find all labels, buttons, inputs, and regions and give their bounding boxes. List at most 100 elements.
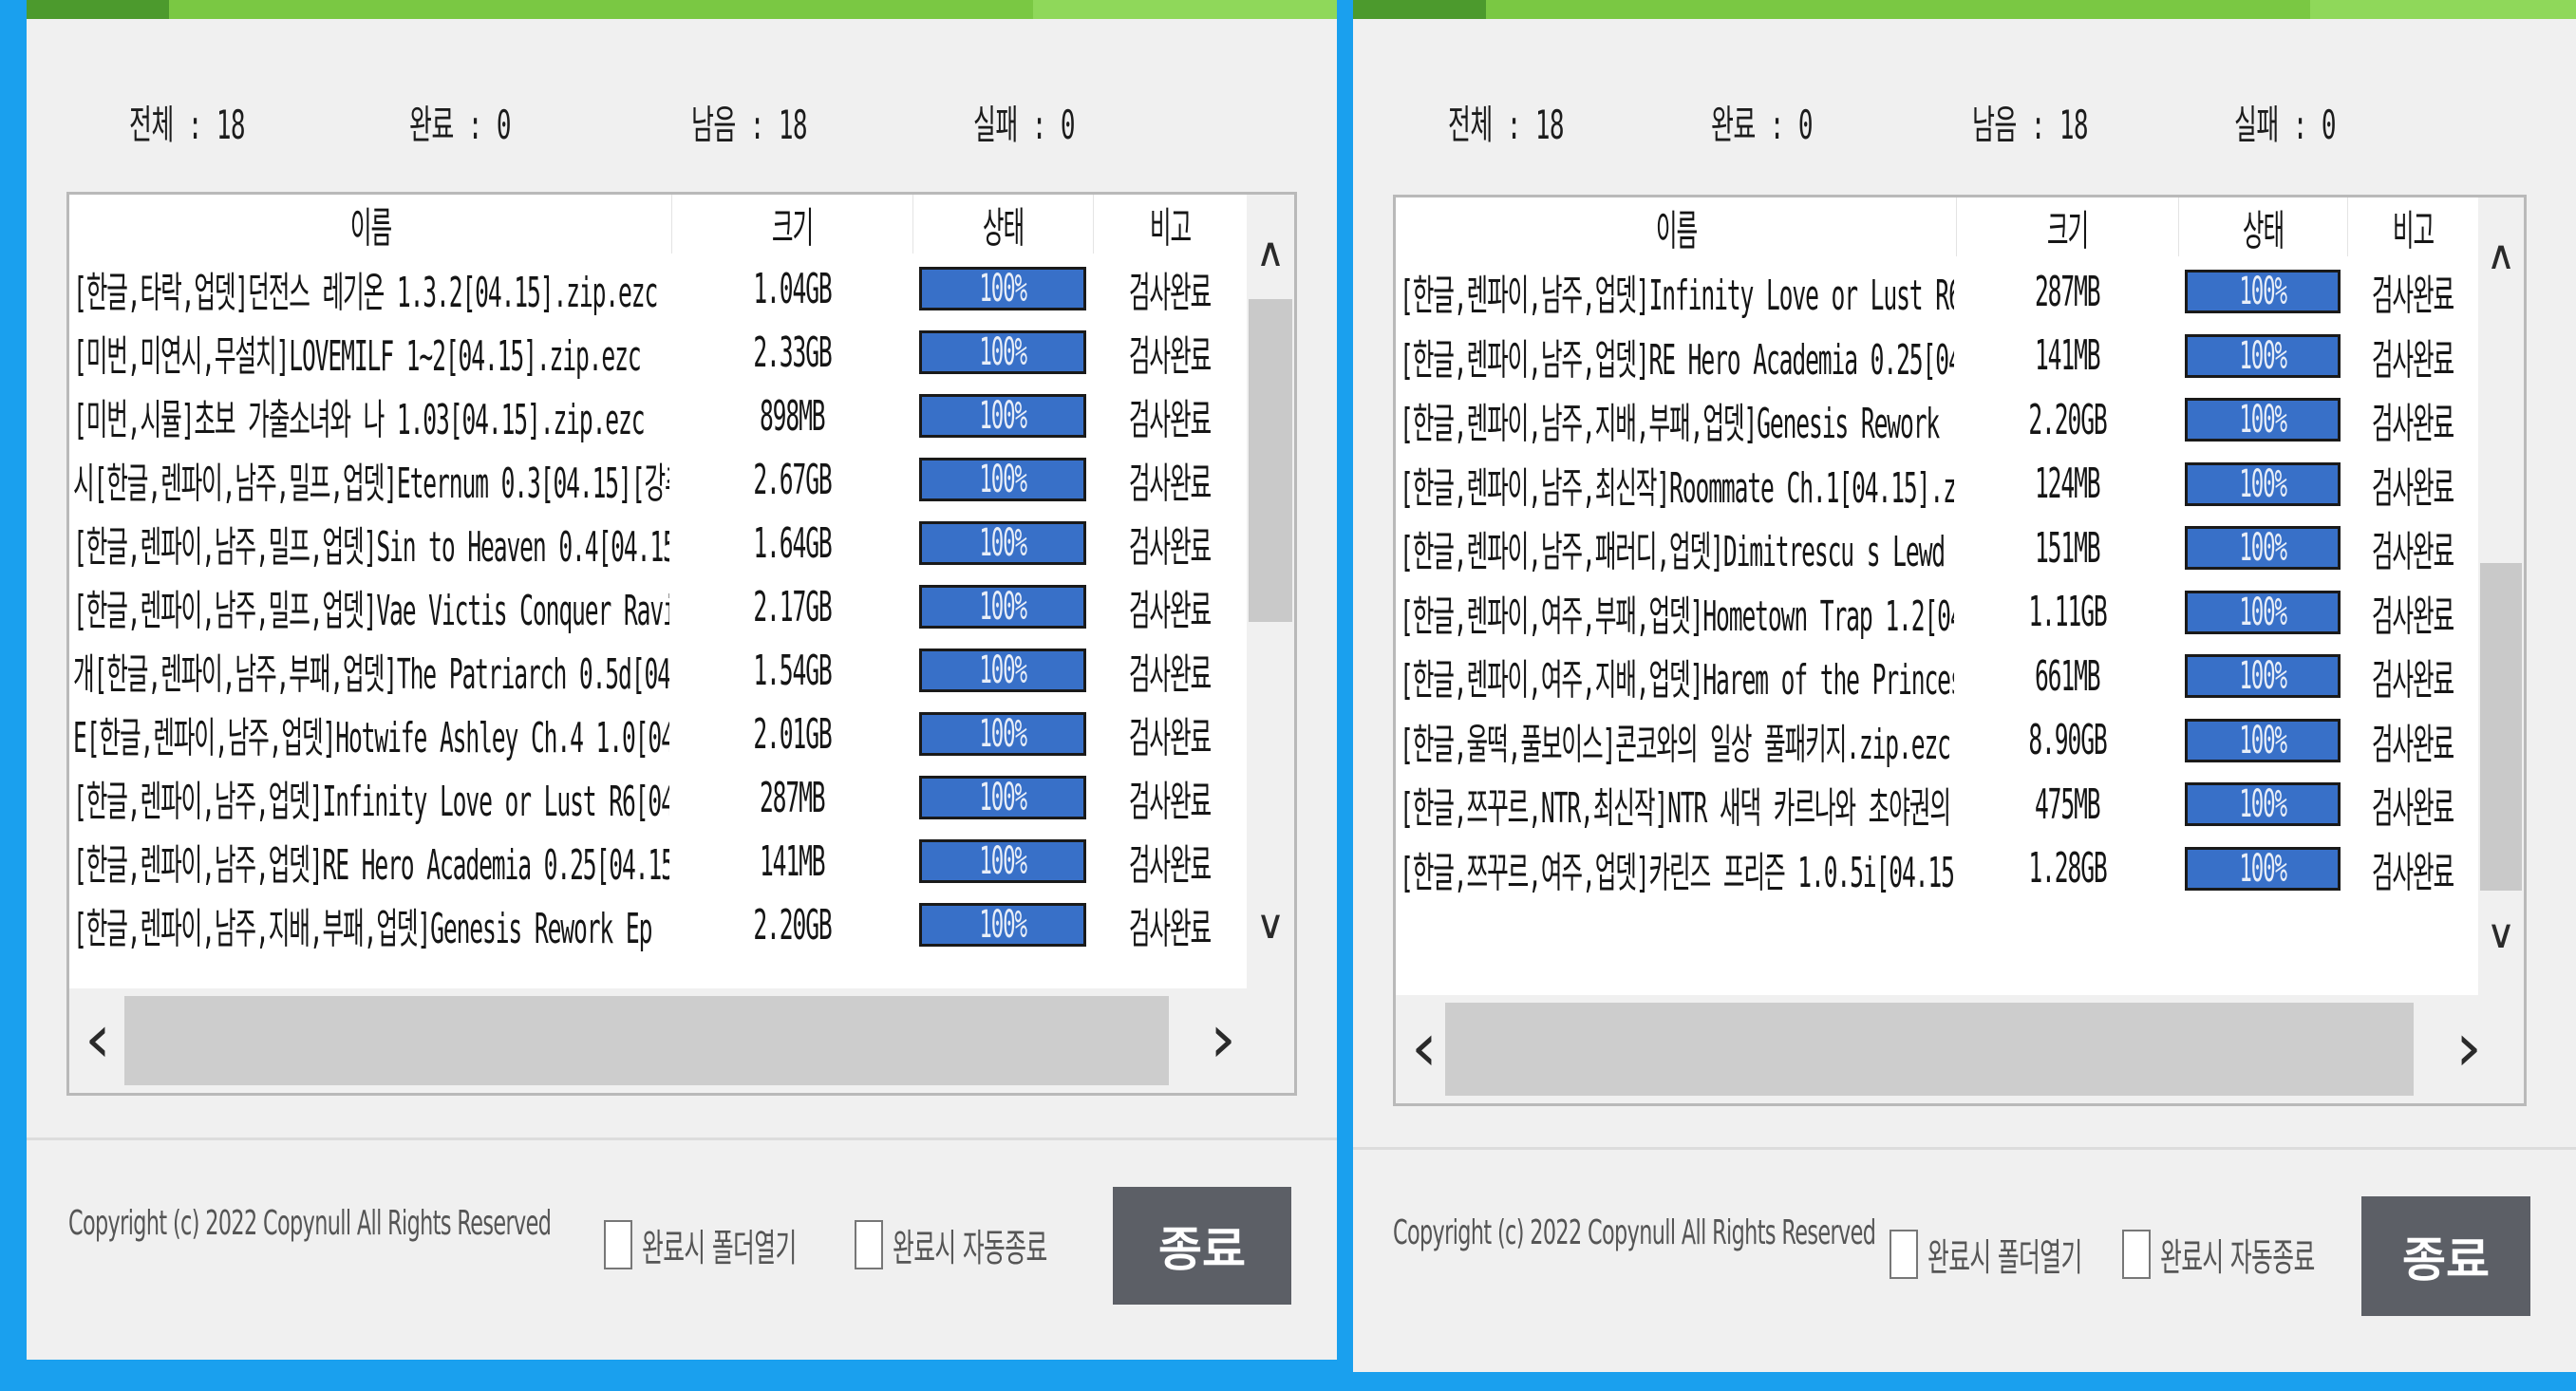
- table-row[interactable]: [한글,렌파이,남주,업뎃]Infinity Love or Lust R6[0…: [1396, 260, 2478, 323]
- installer-window-right: 전체 : 18 완료 : 0 남음 : 18 실패 : 0 이름 크기 상태 비…: [1353, 0, 2576, 1372]
- table-row[interactable]: [한글,쯔꾸르,NTR,최신작]NTR 새댁 카르나와 초야권의 475MB 100…: [1396, 773, 2478, 836]
- file-size-cell: 2.01GB: [752, 709, 832, 759]
- note-cell: 검사완료: [2371, 848, 2454, 897]
- column-header-status[interactable]: 상태: [2178, 197, 2348, 256]
- table-row[interactable]: [미번,시뮬]초보 가출소녀와 나 1.03[04.15].zip.ezc 898…: [69, 385, 1247, 447]
- status-progress-bar: 100%: [919, 394, 1086, 438]
- table-row[interactable]: [한글,렌파이,남주,업뎃]RE Hero Academia 0.25[04.1…: [69, 830, 1247, 893]
- file-size-cell: 2.67GB: [752, 455, 832, 504]
- file-size-cell: 1.04GB: [752, 264, 832, 313]
- table-row[interactable]: 시[한글,렌파이,남주,밀프,업뎃]Eternum 0.3[04.15][강추 2…: [69, 448, 1247, 511]
- auto-exit-checkbox[interactable]: 완료시 자동종료: [855, 1217, 1141, 1272]
- file-name-cell: [한글,렌파이,남주,지배,부패,업뎃]Genesis Rework Ep: [73, 905, 652, 953]
- table-row[interactable]: [한글,타락,업뎃]던전스 레기온 1.3.2[04.15].zip.ezc 1.…: [69, 257, 1247, 320]
- chevron-up-icon[interactable]: ∧: [1251, 233, 1289, 273]
- chevron-left-icon[interactable]: ‹: [1405, 1014, 1443, 1081]
- note-cell: 검사완료: [2371, 272, 2454, 320]
- close-button[interactable]: 종료: [2361, 1196, 2530, 1316]
- table-row[interactable]: [한글,렌파이,남주,패러디,업뎃]Dimitrescu s Lewd Ca 15…: [1396, 517, 2478, 579]
- status-cell: 100%: [2178, 773, 2347, 836]
- table-row[interactable]: [한글,렌파이,남주,업뎃]Infinity Love or Lust R6[0…: [69, 766, 1247, 829]
- file-list-table[interactable]: 이름 크기 상태 비고 [한글,렌파이,남주,업뎃]Infinity Love …: [1393, 195, 2527, 1106]
- checkbox-icon[interactable]: [604, 1220, 632, 1269]
- note-cell: 검사완료: [1128, 460, 1212, 508]
- status-cell: 100%: [912, 639, 1093, 702]
- table-row[interactable]: [한글,렌파이,남주,업뎃]RE Hero Academia 0.25[04.1…: [1396, 325, 2478, 387]
- table-row[interactable]: [한글,렌파이,여주,지배,업뎃]Harem of the Princess 0…: [1396, 645, 2478, 707]
- file-size-cell: 1.28GB: [2027, 844, 2107, 893]
- horizontal-scroll-thumb[interactable]: [124, 996, 1169, 1085]
- column-header-note[interactable]: 비고: [1093, 195, 1248, 254]
- status-cell: 100%: [2178, 581, 2347, 644]
- file-name-cell: [한글,렌파이,여주,부패,업뎃]Hometown Trap 1.2[04.1: [1400, 592, 1954, 641]
- status-cell: 100%: [2178, 709, 2347, 772]
- note-cell: 검사완료: [1128, 778, 1212, 826]
- file-name-cell: 개[한글,렌파이,남주,부패,업뎃]The Patriarch 0.5d[04.…: [73, 650, 669, 699]
- footer-divider: [1353, 1147, 2576, 1150]
- table-row[interactable]: [한글,쯔꾸르,여주,업뎃]카린즈 프리즌 1.0.5i[04.15].zip 1…: [1396, 837, 2478, 900]
- status-cell: 100%: [912, 321, 1093, 384]
- vertical-scroll-thumb[interactable]: [2480, 563, 2522, 891]
- checkbox-icon[interactable]: [2122, 1230, 2151, 1279]
- chevron-right-icon[interactable]: ›: [1204, 1006, 1242, 1072]
- file-size-cell: 141MB: [2034, 331, 2101, 380]
- file-name-cell: [한글,울떡,풀보이스]콘코와의 일상 풀패키지.zip.ezc: [1400, 720, 1951, 769]
- vertical-scrollbar[interactable]: ∧ ∨: [2478, 197, 2524, 995]
- note-cell: 검사완료: [1128, 396, 1212, 444]
- checkbox-icon[interactable]: [855, 1220, 883, 1269]
- file-name-cell: [한글,렌파이,남주,지배,부패,업뎃]Genesis Rework Ep: [1400, 400, 1954, 448]
- note-cell: 검사완료: [1128, 332, 1212, 381]
- vertical-scroll-thumb[interactable]: [1249, 299, 1292, 622]
- vertical-scrollbar[interactable]: ∧ ∨: [1247, 195, 1294, 988]
- table-row[interactable]: [미번,미연시,무설치]LOVEMILF 1~2[04.15].zip.ezc 2…: [69, 321, 1247, 384]
- status-progress-bar: 100%: [2185, 461, 2341, 506]
- file-name-cell: [한글,렌파이,남주,업뎃]Infinity Love or Lust R6[0…: [1400, 272, 1954, 320]
- close-button[interactable]: 종료: [1113, 1187, 1291, 1305]
- table-row[interactable]: [한글,렌파이,남주,최신작]Roommate Ch.1[04.15].zip.…: [1396, 453, 2478, 516]
- chevron-right-icon[interactable]: ›: [2450, 1014, 2488, 1081]
- note-cell: 검사완료: [2371, 656, 2454, 705]
- column-header-size[interactable]: 크기: [671, 195, 913, 254]
- column-header-size[interactable]: 크기: [1956, 197, 2179, 256]
- horizontal-scrollbar[interactable]: ‹ ›: [69, 988, 1294, 1093]
- table-row[interactable]: [한글,렌파이,남주,밀프,업뎃]Vae Victis Conquer Ravi…: [69, 575, 1247, 638]
- horizontal-scrollbar[interactable]: ‹ ›: [1396, 995, 2524, 1103]
- checkbox-icon[interactable]: [1890, 1230, 1918, 1279]
- column-header-note[interactable]: 비고: [2347, 197, 2479, 256]
- table-row[interactable]: E[한글,렌파이,남주,업뎃]Hotwife Ashley Ch.4 1.0[0…: [69, 703, 1247, 765]
- status-cell: 100%: [912, 512, 1093, 574]
- note-cell: 검사완료: [2371, 592, 2454, 641]
- status-cell: 100%: [912, 385, 1093, 447]
- column-header-name[interactable]: 이름: [69, 195, 672, 254]
- stat-total: 전체 : 18: [1448, 102, 1565, 148]
- column-header-status[interactable]: 상태: [912, 195, 1094, 254]
- chevron-down-icon[interactable]: ∨: [1251, 905, 1289, 945]
- status-cell: 100%: [912, 703, 1093, 765]
- table-row[interactable]: [한글,울떡,풀보이스]콘코와의 일상 풀패키지.zip.ezc 8.90GB 10…: [1396, 709, 2478, 772]
- note-cell: 검사완료: [2371, 463, 2454, 513]
- stats-bar: 전체 : 18 완료 : 0 남음 : 18 실패 : 0: [27, 93, 1337, 160]
- file-name-cell: [한글,렌파이,여주,지배,업뎃]Harem of the Princess 0…: [1400, 656, 1954, 705]
- chevron-left-icon[interactable]: ‹: [79, 1006, 117, 1072]
- table-row[interactable]: [한글,렌파이,남주,지배,부패,업뎃]Genesis Rework Ep 2.2…: [1396, 388, 2478, 451]
- file-size-cell: 141MB: [759, 836, 826, 886]
- table-row[interactable]: [한글,렌파이,남주,지배,부패,업뎃]Genesis Rework Ep 2.2…: [69, 893, 1247, 956]
- note-cell: 검사완료: [1128, 523, 1212, 572]
- column-header-name[interactable]: 이름: [1396, 197, 1957, 256]
- file-size-cell: 1.54GB: [752, 646, 832, 695]
- footer-divider: [27, 1137, 1337, 1140]
- horizontal-scroll-thumb[interactable]: [1445, 1003, 2414, 1096]
- chevron-up-icon[interactable]: ∧: [2482, 235, 2520, 275]
- chevron-down-icon[interactable]: ∨: [2482, 914, 2520, 954]
- table-row[interactable]: [한글,렌파이,남주,밀프,업뎃]Sin to Heaven 0.4[04.15…: [69, 512, 1247, 574]
- status-cell: 100%: [912, 893, 1093, 956]
- file-name-cell: [한글,렌파이,남주,밀프,업뎃]Sin to Heaven 0.4[04.15…: [73, 523, 669, 572]
- file-size-cell: 1.11GB: [2027, 588, 2107, 636]
- table-row[interactable]: 개[한글,렌파이,남주,부패,업뎃]The Patriarch 0.5d[04.…: [69, 639, 1247, 702]
- file-size-cell: 1.64GB: [752, 518, 832, 568]
- file-list-table[interactable]: 이름 크기 상태 비고 [한글,타락,업뎃]던전스 레기온 1.3.2[04.1…: [66, 192, 1297, 1096]
- stat-remain: 남음 : 18: [691, 102, 808, 148]
- open-folder-checkbox[interactable]: 완료시 폴더열기: [604, 1217, 891, 1272]
- table-row[interactable]: [한글,렌파이,여주,부패,업뎃]Hometown Trap 1.2[04.1 1…: [1396, 581, 2478, 644]
- status-progress-bar: 100%: [919, 458, 1086, 501]
